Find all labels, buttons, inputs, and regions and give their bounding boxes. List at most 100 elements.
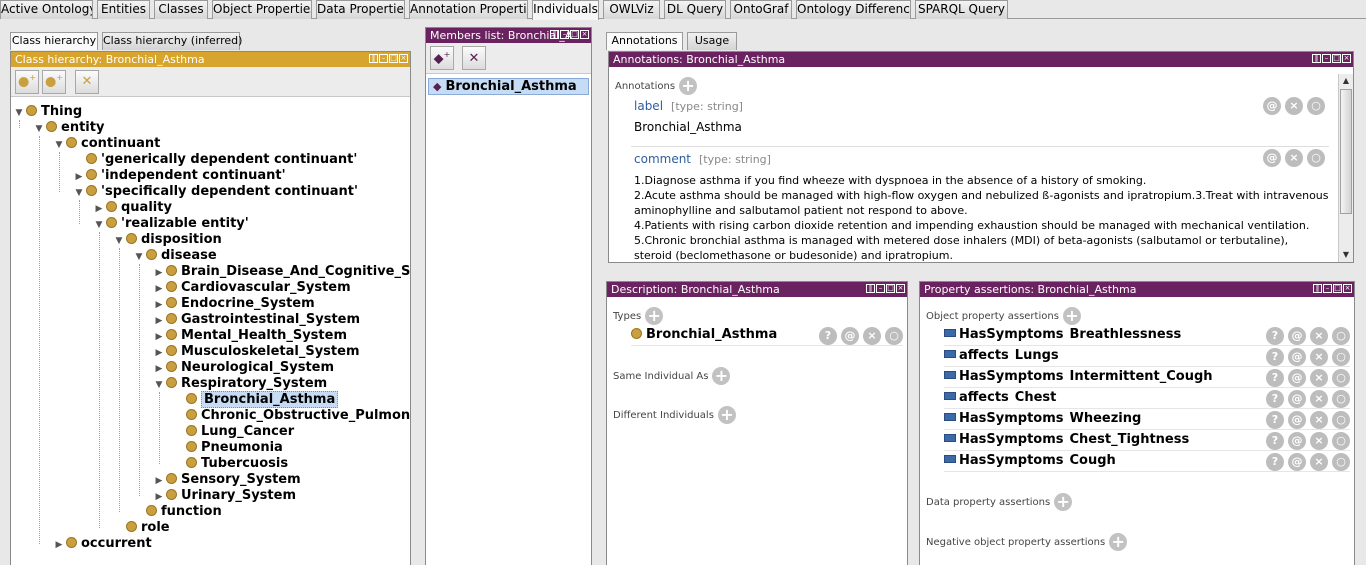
assertion-row[interactable]: affects Lungs? @ × ○ bbox=[944, 346, 1350, 367]
expand-toggle-icon[interactable]: ▶ bbox=[54, 537, 64, 553]
collapse-toggle-icon[interactable]: ▼ bbox=[154, 377, 164, 393]
annotate-button[interactable]: @ bbox=[1288, 390, 1306, 408]
add-subclass-button[interactable]: ●+ bbox=[15, 69, 39, 94]
expand-toggle-icon[interactable]: ▶ bbox=[154, 489, 164, 505]
delete-button[interactable]: × bbox=[1285, 97, 1303, 115]
expand-toggle-icon[interactable]: ▶ bbox=[154, 329, 164, 345]
edit-button[interactable]: ○ bbox=[1332, 390, 1350, 408]
tree-node[interactable]: ▶ Mental_Health_System bbox=[154, 328, 347, 344]
minimize-icon[interactable]: – bbox=[379, 54, 388, 63]
assertion-row[interactable]: HasSymptoms Cough? @ × ○ bbox=[944, 451, 1350, 472]
explain-button[interactable]: ? bbox=[1266, 327, 1284, 345]
collapse-toggle-icon[interactable]: ▼ bbox=[134, 249, 144, 265]
maximize-icon[interactable]: □ bbox=[389, 54, 398, 63]
tree-node[interactable]: ▶ Musculoskeletal_System bbox=[154, 344, 360, 360]
add-negative-property-button[interactable]: + bbox=[1109, 533, 1128, 551]
split-icon[interactable]: ‖ bbox=[550, 30, 559, 39]
scrollbar-thumb[interactable] bbox=[1340, 89, 1352, 214]
tab-class-hierarchy[interactable]: Class hierarchy bbox=[10, 32, 98, 50]
tab-annotations[interactable]: Annotations bbox=[606, 32, 683, 50]
delete-button[interactable]: × bbox=[1310, 348, 1328, 366]
annotate-button[interactable]: @ bbox=[1263, 97, 1281, 115]
annotate-button[interactable]: @ bbox=[1288, 348, 1306, 366]
maximize-icon[interactable]: □ bbox=[1333, 284, 1342, 293]
tab-entities[interactable]: Entities bbox=[97, 0, 150, 19]
tab-ontograf[interactable]: OntoGraf bbox=[730, 0, 792, 19]
close-icon[interactable]: × bbox=[580, 30, 589, 39]
maximize-icon[interactable]: □ bbox=[886, 284, 895, 293]
close-icon[interactable]: × bbox=[896, 284, 905, 293]
tree-node[interactable]: ▼ 'specifically dependent continuant' bbox=[74, 184, 358, 200]
delete-button[interactable]: × bbox=[1285, 149, 1303, 167]
collapse-toggle-icon[interactable]: ▼ bbox=[74, 185, 84, 201]
tab-annotation-properties[interactable]: Annotation Properties bbox=[409, 0, 528, 19]
add-individual-button[interactable]: ◆+ bbox=[430, 46, 454, 70]
add-different-individual-button[interactable]: + bbox=[717, 406, 736, 424]
delete-button[interactable]: × bbox=[1310, 411, 1328, 429]
tree-node[interactable]: function bbox=[134, 504, 222, 520]
tree-node[interactable]: Lung_Cancer bbox=[174, 424, 294, 440]
delete-button[interactable]: × bbox=[863, 327, 881, 345]
assertion-row[interactable]: affects Chest? @ × ○ bbox=[944, 388, 1350, 409]
annotate-button[interactable]: @ bbox=[1288, 369, 1306, 387]
expand-toggle-icon[interactable]: ▶ bbox=[154, 297, 164, 313]
tree-node[interactable]: Bronchial_Asthma bbox=[174, 391, 339, 408]
edit-button[interactable]: ○ bbox=[1307, 149, 1325, 167]
delete-button[interactable]: × bbox=[1310, 369, 1328, 387]
tree-node[interactable]: ▼ disposition bbox=[114, 232, 222, 248]
tree-node[interactable]: 'generically dependent continuant' bbox=[74, 152, 357, 168]
list-item[interactable]: ◆ Bronchial_Asthma bbox=[428, 78, 589, 95]
expand-toggle-icon[interactable]: ▶ bbox=[154, 265, 164, 281]
annotations-scrollbar[interactable]: ▲ ▼ bbox=[1338, 74, 1353, 262]
edit-button[interactable]: ○ bbox=[1332, 369, 1350, 387]
tab-dl-query[interactable]: DL Query bbox=[664, 0, 726, 19]
tab-sparql-query[interactable]: SPARQL Query bbox=[915, 0, 1008, 19]
scroll-up-icon[interactable]: ▲ bbox=[1339, 74, 1353, 88]
collapse-toggle-icon[interactable]: ▼ bbox=[94, 217, 104, 233]
split-icon[interactable]: ‖ bbox=[1313, 284, 1322, 293]
add-sibling-class-button[interactable]: ●+ bbox=[42, 69, 66, 94]
split-icon[interactable]: ‖ bbox=[1312, 54, 1321, 63]
expand-toggle-icon[interactable]: ▶ bbox=[94, 201, 104, 217]
tree-node[interactable]: ▶ Neurological_System bbox=[154, 360, 335, 377]
tree-node[interactable]: ▶ Urinary_System bbox=[154, 488, 296, 504]
annotate-button[interactable]: @ bbox=[841, 327, 859, 345]
tab-ontology-differences[interactable]: Ontology Differences bbox=[796, 0, 911, 19]
explain-button[interactable]: ? bbox=[819, 327, 837, 345]
edit-button[interactable]: ○ bbox=[1332, 453, 1350, 471]
type-row[interactable]: Bronchial_Asthma ? @ × ○ bbox=[631, 325, 903, 346]
scroll-down-icon[interactable]: ▼ bbox=[1339, 248, 1353, 262]
tree-node[interactable]: ▶ occurrent bbox=[54, 536, 152, 552]
tab-classes[interactable]: Classes bbox=[154, 0, 208, 19]
expand-toggle-icon[interactable]: ▶ bbox=[154, 281, 164, 297]
delete-individual-button[interactable]: ✕ bbox=[462, 46, 486, 70]
add-type-button[interactable]: + bbox=[645, 307, 664, 325]
tree-node[interactable]: ▼ continuant bbox=[54, 136, 161, 152]
expand-toggle-icon[interactable]: ▶ bbox=[154, 473, 164, 489]
explain-button[interactable]: ? bbox=[1266, 369, 1284, 387]
assertion-row[interactable]: HasSymptoms Chest_Tightness? @ × ○ bbox=[944, 430, 1350, 451]
tree-node[interactable]: ▼ disease bbox=[134, 248, 217, 264]
assertion-row[interactable]: HasSymptoms Breathlessness? @ × ○ bbox=[944, 325, 1350, 346]
close-icon[interactable]: × bbox=[1343, 284, 1352, 293]
tree-node[interactable]: ▼ entity bbox=[34, 120, 105, 136]
maximize-icon[interactable]: □ bbox=[570, 30, 579, 39]
explain-button[interactable]: ? bbox=[1266, 453, 1284, 471]
explain-button[interactable]: ? bbox=[1266, 348, 1284, 366]
expand-toggle-icon[interactable]: ▶ bbox=[74, 169, 84, 185]
maximize-icon[interactable]: □ bbox=[1332, 54, 1341, 63]
tree-node[interactable]: ▼ Thing bbox=[14, 104, 83, 120]
tree-node[interactable]: ▶ Sensory_System bbox=[154, 472, 301, 488]
expand-toggle-icon[interactable]: ▶ bbox=[154, 313, 164, 329]
tab-individuals[interactable]: Individuals bbox=[532, 0, 599, 20]
tab-data-properties[interactable]: Data Properties bbox=[316, 0, 405, 19]
tree-node[interactable]: ▶ Endocrine_System bbox=[154, 296, 315, 312]
explain-button[interactable]: ? bbox=[1266, 432, 1284, 450]
tree-node[interactable]: Pneumonia bbox=[174, 440, 283, 456]
assertion-row[interactable]: HasSymptoms Wheezing? @ × ○ bbox=[944, 409, 1350, 430]
expand-toggle-icon[interactable]: ▶ bbox=[154, 361, 164, 377]
minimize-icon[interactable]: – bbox=[1323, 284, 1332, 293]
annotate-button[interactable]: @ bbox=[1288, 327, 1306, 345]
delete-button[interactable]: × bbox=[1310, 432, 1328, 450]
delete-button[interactable]: × bbox=[1310, 453, 1328, 471]
